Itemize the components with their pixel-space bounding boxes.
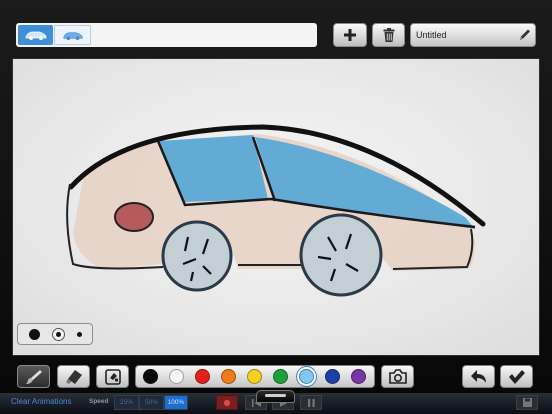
color-swatch[interactable]	[143, 369, 158, 384]
drawing-canvas[interactable]	[12, 58, 540, 356]
color-swatch[interactable]	[273, 369, 288, 384]
frame-thumbnail-1[interactable]	[18, 25, 53, 45]
brush-size-large[interactable]	[29, 329, 40, 340]
color-palette[interactable]	[135, 365, 375, 388]
color-swatch[interactable]	[169, 369, 184, 384]
speed-option-25[interactable]: 25%	[114, 395, 139, 410]
record-icon	[223, 399, 231, 406]
undo-arrow-icon	[470, 369, 486, 383]
fill-tool-button[interactable]	[96, 365, 129, 388]
brush-tool-button[interactable]	[17, 365, 50, 388]
plus-icon	[344, 29, 356, 41]
add-frame-button[interactable]	[333, 23, 367, 47]
camera-icon	[388, 368, 407, 384]
save-button[interactable]	[516, 395, 538, 410]
fill-icon	[104, 368, 121, 385]
document-title: Untitled	[416, 30, 447, 40]
brush-size-small[interactable]	[77, 332, 82, 337]
color-swatch[interactable]	[299, 369, 314, 384]
clear-animations-link[interactable]: Clear Animations	[11, 397, 71, 406]
eraser-icon	[65, 369, 82, 384]
frame-strip[interactable]	[16, 23, 317, 47]
color-swatch[interactable]	[195, 369, 210, 384]
pencil-icon[interactable]	[518, 28, 531, 42]
color-swatch[interactable]	[221, 369, 236, 384]
drawer-handle[interactable]	[256, 390, 295, 403]
pause-icon	[307, 398, 315, 407]
floppy-disk-icon	[522, 398, 532, 407]
document-title-field[interactable]: Untitled	[410, 23, 536, 47]
delete-frame-button[interactable]	[372, 23, 405, 47]
car-thumbnail-icon	[25, 31, 46, 40]
brush-size-picker[interactable]	[17, 323, 93, 345]
sketch-app: Untitled Clear Animations Speed 25% 50% …	[0, 0, 552, 414]
color-swatch[interactable]	[351, 369, 366, 384]
paintbrush-icon	[25, 369, 42, 384]
speed-option-50[interactable]: 50%	[139, 395, 164, 410]
car-thumbnail-icon	[62, 31, 83, 40]
done-button[interactable]	[500, 365, 533, 388]
color-swatch[interactable]	[247, 369, 262, 384]
camera-button[interactable]	[381, 365, 414, 388]
brush-size-medium-selected[interactable]	[52, 328, 65, 341]
brush-size-medium-dot	[56, 332, 61, 337]
record-button[interactable]	[216, 395, 238, 410]
eraser-tool-button[interactable]	[57, 365, 90, 388]
trash-icon	[383, 28, 394, 42]
pause-button[interactable]	[300, 395, 322, 410]
speed-label: Speed	[89, 398, 109, 405]
undo-button[interactable]	[462, 365, 495, 388]
car-drawing	[13, 59, 539, 355]
color-swatch[interactable]	[325, 369, 340, 384]
checkmark-icon	[508, 369, 525, 384]
frame-thumbnail-2[interactable]	[54, 25, 91, 45]
speed-option-100[interactable]: 100%	[164, 395, 188, 410]
